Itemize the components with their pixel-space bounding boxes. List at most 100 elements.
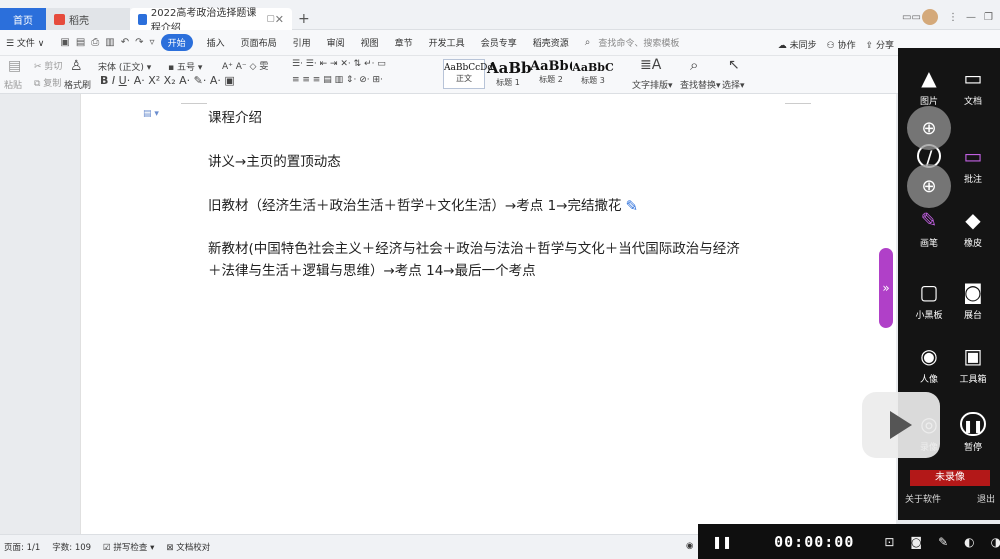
- font-size-select[interactable]: ▪ 五号 ▾: [168, 60, 212, 73]
- preview-icon[interactable]: ▥: [105, 37, 114, 48]
- format-painter-icon[interactable]: ♙: [70, 58, 83, 74]
- tool-annotate[interactable]: ▭ 批注: [948, 144, 998, 185]
- exit-link[interactable]: 退出: [977, 492, 995, 505]
- style-heading-3[interactable]: AaBbC 标题 3: [572, 59, 614, 89]
- tool-pause-label: 暂停: [963, 443, 982, 453]
- tab-developer[interactable]: 开发工具: [429, 36, 465, 49]
- play-overlay-button[interactable]: [862, 392, 940, 458]
- tool-document[interactable]: ▭ 文档: [948, 66, 998, 107]
- tool-portrait[interactable]: ◉ 人像: [904, 344, 954, 385]
- file-menu[interactable]: ☰ 文件 ∨: [6, 36, 44, 49]
- tab-view[interactable]: 视图: [361, 36, 379, 49]
- close-icon[interactable]: ✕: [275, 13, 284, 26]
- tool-brush[interactable]: ✎ 画笔: [904, 208, 954, 249]
- minimize-icon[interactable]: —: [966, 12, 976, 23]
- word-count[interactable]: 字数: 109: [52, 541, 91, 553]
- tool-eraser[interactable]: ◆ 橡皮: [948, 208, 998, 249]
- paste-icon[interactable]: ▤: [8, 58, 21, 74]
- share-button[interactable]: ⇪ 分享: [866, 38, 894, 51]
- select-button[interactable]: 选择▾: [722, 78, 745, 91]
- doc-line-handout: 讲义→主页的置顶动态: [208, 154, 341, 170]
- style-heading-1[interactable]: AaBb 标题 1: [487, 59, 532, 89]
- paste-button[interactable]: 粘贴: [4, 78, 22, 91]
- style-heading-2[interactable]: AaBb( 标题 2: [530, 59, 572, 89]
- find-replace-button[interactable]: 查找替换▾: [680, 78, 721, 91]
- command-search[interactable]: 查找命令、搜索模板: [598, 36, 679, 49]
- recorder-pen-icon[interactable]: ✎: [938, 535, 948, 549]
- cut-button[interactable]: ✂ 剪切: [34, 59, 62, 72]
- tool-projector[interactable]: ◙ 展台: [948, 280, 998, 321]
- avatar[interactable]: [922, 9, 938, 25]
- doc-line-new-textbook-2: ＋法律与生活＋逻辑与思维）→考点 14→最后一个考点: [208, 263, 536, 279]
- spell-check-label: 拼写检查: [113, 543, 148, 553]
- font-name-select[interactable]: 宋体 (正文) ▾: [98, 60, 168, 73]
- print-icon[interactable]: ⎙: [91, 37, 99, 48]
- text-layout-button[interactable]: 文字排版▾: [632, 78, 673, 91]
- more-icon[interactable]: ⋮: [948, 12, 958, 23]
- undo-icon[interactable]: ↶: [121, 37, 129, 48]
- about-software-link[interactable]: 关于软件: [905, 492, 941, 505]
- ribbon-toolbar: ▤ 粘贴 ✂ 剪切 ⧉ 复制 ♙ 格式刷 宋体 (正文) ▾ ▪ 五号 ▾ A⁺…: [0, 56, 1000, 94]
- tab-references[interactable]: 引用: [293, 36, 311, 49]
- tab-daoke[interactable]: 稻壳: [46, 8, 130, 30]
- daoke-icon: [54, 13, 65, 25]
- eye-protect-icon[interactable]: ◉: [686, 541, 693, 551]
- document-page[interactable]: ▤ ▾ 课程介绍 讲义→主页的置顶动态 旧教材（经济生活＋政治生活＋哲学＋文化生…: [80, 94, 896, 534]
- sync-status[interactable]: ☁ 未同步: [778, 38, 817, 51]
- format-painter-button[interactable]: 格式刷: [64, 78, 91, 91]
- recorder-audio-icon[interactable]: ◐: [964, 535, 974, 549]
- spell-check-toggle[interactable]: ☑ 拼写检查 ▾: [103, 541, 154, 553]
- tab-document[interactable]: 2022高考政治选择题课程介绍 ▢ ✕: [130, 8, 292, 34]
- recorder-camera-icon[interactable]: ◙: [910, 535, 922, 549]
- play-icon: [890, 411, 912, 439]
- paragraph-marker-icon[interactable]: ▤ ▾: [143, 109, 159, 119]
- proofread-button[interactable]: ⊠ 文档校对: [166, 541, 210, 553]
- collaborate-button[interactable]: ⚇ 协作: [827, 38, 856, 51]
- tab-review[interactable]: 审阅: [327, 36, 345, 49]
- margin-corner-left: [181, 94, 207, 104]
- redo-icon[interactable]: ↷: [135, 37, 143, 48]
- new-tab-icon[interactable]: +: [298, 11, 310, 27]
- find-icon[interactable]: ⌕: [690, 56, 698, 74]
- quick-access-dropdown-icon[interactable]: ▿: [150, 37, 155, 48]
- tab-home-label: 首页: [13, 15, 33, 27]
- recorder-pause-icon[interactable]: ❚❚: [712, 535, 732, 549]
- tool-pause[interactable]: ❚❚ 暂停: [948, 412, 998, 453]
- recorder-region-icon[interactable]: ⊡: [884, 535, 894, 549]
- tool-portrait-label: 人像: [919, 375, 938, 385]
- floating-layer-button[interactable]: ⊕: [907, 106, 951, 150]
- copy-button[interactable]: ⧉ 复制: [34, 76, 61, 89]
- tab-chapter[interactable]: 章节: [395, 36, 413, 49]
- tab-page-layout[interactable]: 页面布局: [241, 36, 277, 49]
- style-heading-2-preview: AaBb(: [530, 59, 572, 74]
- save-icon[interactable]: ▣: [60, 37, 69, 48]
- text-layout-icon[interactable]: ≣A: [640, 57, 661, 73]
- copy-label: 复制: [43, 79, 62, 89]
- tab-insert[interactable]: 插入: [207, 36, 225, 49]
- list-icons[interactable]: ☰· ☰· ⇤ ⇥ ✕· ⇅ ↵· ▭: [292, 59, 386, 69]
- tab-member[interactable]: 会员专享: [481, 36, 517, 49]
- tool-blackboard[interactable]: ▢ 小黑板: [904, 280, 954, 321]
- align-icons[interactable]: ≡ ≡ ≡ ▤ ▥ ⇕· ⊘· ⊞·: [292, 75, 383, 85]
- title-bar: 首页 稻壳 2022高考政治选择题课程介绍 ▢ ✕ + ▭▭ ⋮ — ❐: [0, 0, 1000, 34]
- tab-home[interactable]: 首页: [0, 8, 46, 30]
- style-heading-3-preview: AaBbC: [572, 61, 614, 74]
- grow-font-icon[interactable]: A⁺ A⁻ ◇ 雯: [222, 59, 268, 72]
- layout-icon[interactable]: ▭▭: [902, 12, 921, 23]
- tool-toolbox[interactable]: ▣ 工具箱: [948, 344, 998, 385]
- tab-start[interactable]: 开始: [160, 34, 193, 51]
- font-format-icons[interactable]: B I U· A· X² X₂ A· ✎· A· ▣: [100, 74, 235, 87]
- style-normal[interactable]: AaBbCcDd 正文: [443, 59, 493, 89]
- cursor-select-icon[interactable]: ↖: [728, 57, 740, 73]
- tab-daoke-resources[interactable]: 稻壳资源: [533, 36, 569, 49]
- word-doc-icon: [138, 13, 147, 25]
- page-indicator[interactable]: 页面: 1/1: [4, 541, 40, 553]
- tool-image[interactable]: ▲ 图片: [904, 66, 954, 107]
- restore-icon[interactable]: ❐: [984, 12, 993, 23]
- tool-toolbox-label: 工具箱: [959, 375, 987, 385]
- panel-toggle-handle[interactable]: »: [879, 248, 893, 328]
- recorder-mic-icon[interactable]: ◑: [991, 535, 1000, 549]
- floating-user-add-button[interactable]: ⊕: [907, 164, 951, 208]
- pin-icon[interactable]: ▢: [266, 14, 275, 24]
- export-pdf-icon[interactable]: ▤: [76, 37, 85, 48]
